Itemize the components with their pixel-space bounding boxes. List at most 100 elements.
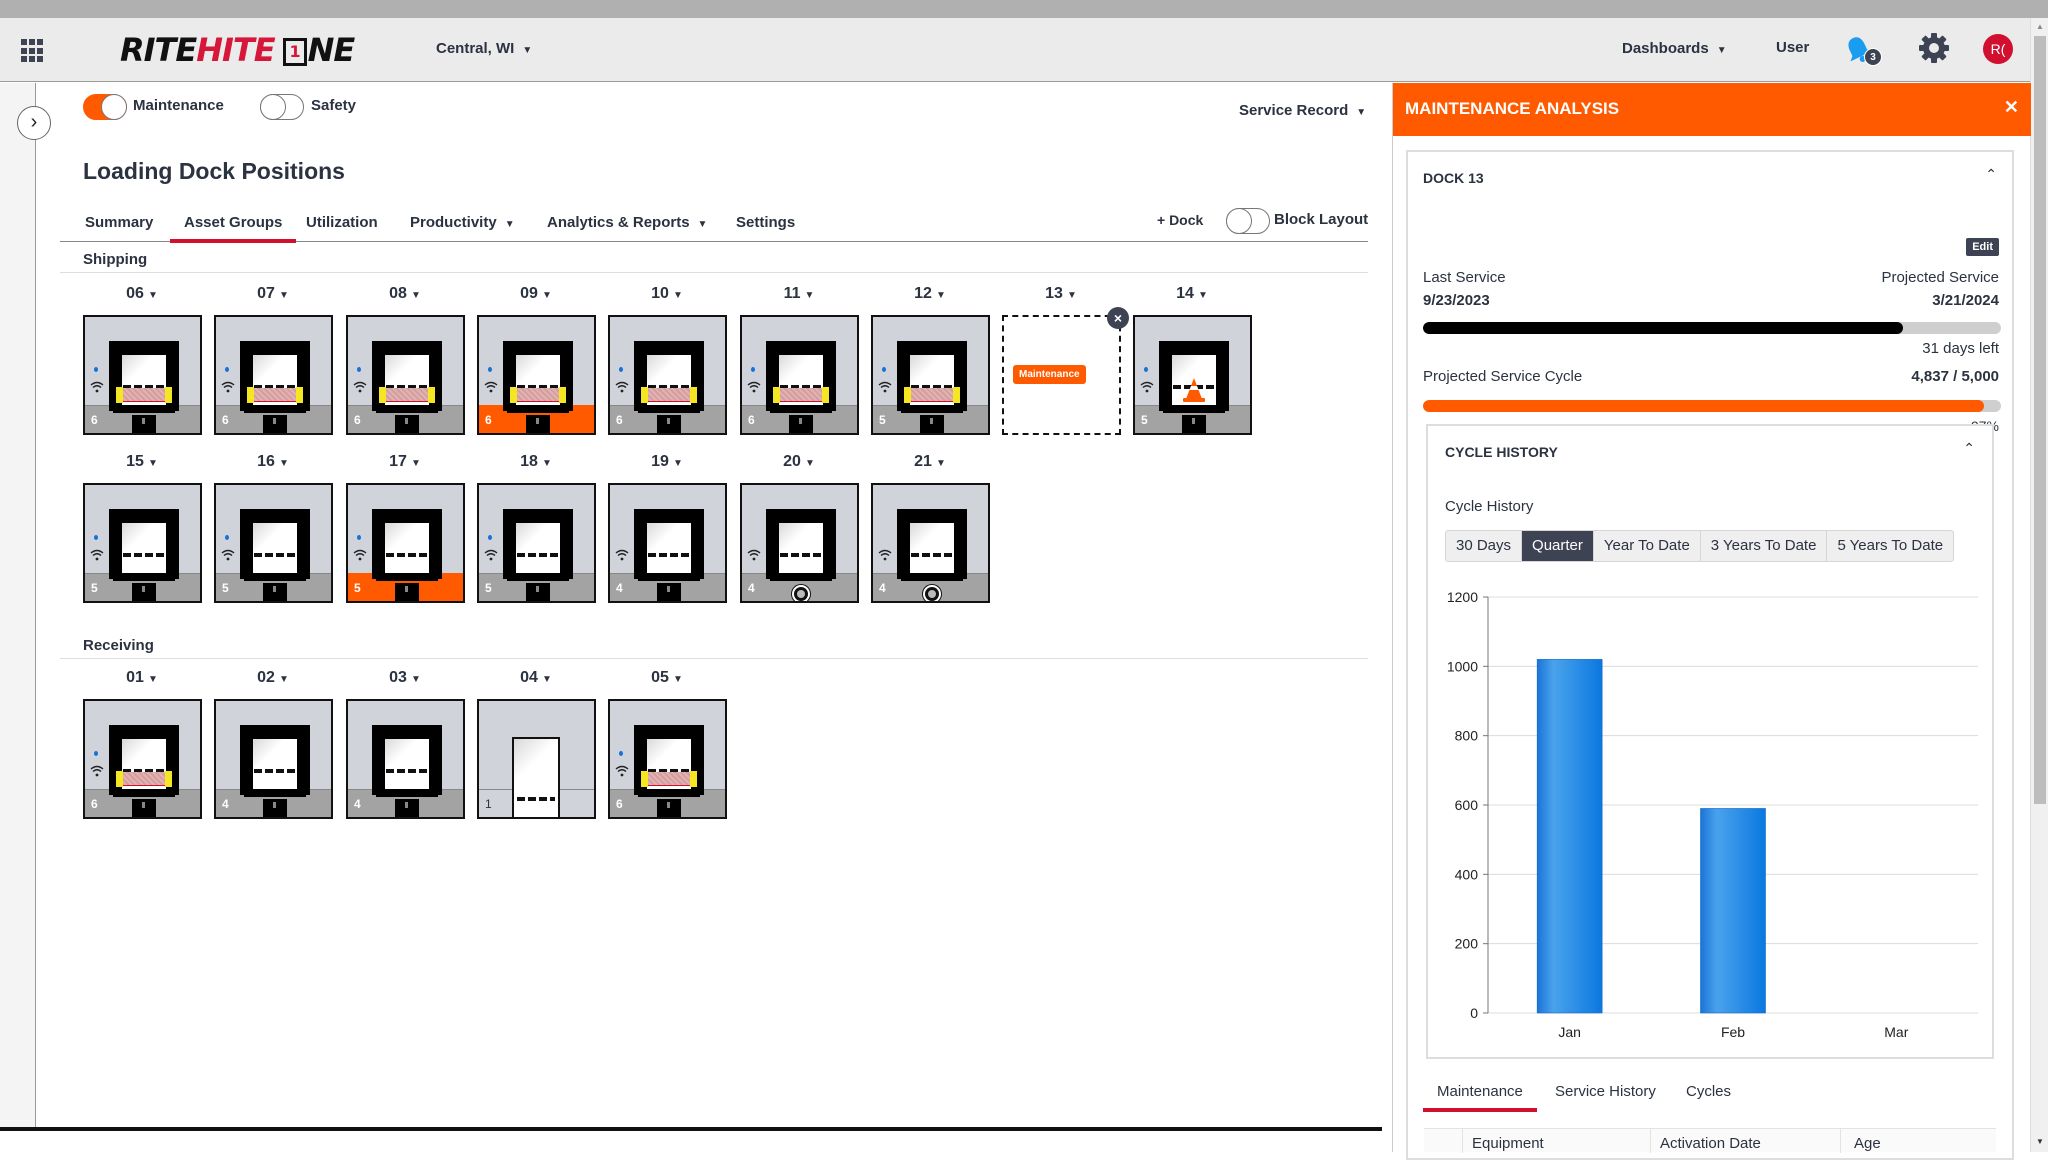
dock-label-16[interactable]: 16 ▼ [214, 453, 332, 471]
dock-label-12[interactable]: 12 ▼ [871, 285, 989, 303]
dock-seal [379, 387, 435, 403]
y-tick-label: 400 [1455, 866, 1479, 882]
caret-down-icon: ▼ [672, 674, 683, 685]
tab-settings[interactable]: Settings [736, 214, 795, 231]
dock-tile-13[interactable]: Maintenance [1002, 315, 1121, 435]
user-menu[interactable]: User [1776, 39, 1809, 56]
remove-dock-icon[interactable]: × [1107, 307, 1129, 329]
dock-tile-19[interactable]: 4 [608, 483, 727, 603]
dock-tile-14[interactable]: 5 [1133, 315, 1252, 435]
dock-tile-12[interactable]: 5 [871, 315, 990, 435]
status-dot [225, 535, 229, 540]
dock-tile-04[interactable]: 1 [477, 699, 596, 819]
tab-productivity[interactable]: Productivity ▼ [410, 214, 515, 231]
toggle-knob [101, 94, 127, 120]
collapse-chevron-icon[interactable]: ⌃ [1963, 440, 1975, 457]
dock-tile-10[interactable]: 6 [608, 315, 727, 435]
dock-label-15[interactable]: 15 ▼ [83, 453, 201, 471]
column-header-equipment[interactable]: Equipment [1472, 1135, 1544, 1152]
dock-label-21[interactable]: 21 ▼ [871, 453, 989, 471]
dock-tile-15[interactable]: 5 [83, 483, 202, 603]
dock-label-05[interactable]: 05 ▼ [608, 669, 726, 687]
location-selector[interactable]: Central, WI ▼ [436, 40, 532, 57]
dock-leveler-icon [526, 583, 550, 601]
dock-label-04[interactable]: 04 ▼ [477, 669, 595, 687]
dock-tile-21[interactable]: 4 [871, 483, 990, 603]
settings-button[interactable] [1918, 32, 1950, 64]
range-3-years-to-date[interactable]: 3 Years To Date [1701, 531, 1828, 561]
dock-tile-05[interactable]: 6 [608, 699, 727, 819]
bar-jan[interactable] [1536, 659, 1603, 1014]
range-5-years-to-date[interactable]: 5 Years To Date [1827, 531, 1953, 561]
page-scrollbar[interactable]: ▲ ▼ [2030, 18, 2048, 1152]
edit-button[interactable]: Edit [1966, 238, 1999, 256]
dock-tile-11[interactable]: 6 [740, 315, 859, 435]
dock-label-17[interactable]: 17 ▼ [346, 453, 464, 471]
dock-tile-09[interactable]: 6 [477, 315, 596, 435]
bottom-tab-cycles[interactable]: Cycles [1686, 1083, 1731, 1100]
y-tick-label: 1000 [1447, 658, 1478, 674]
scroll-down-arrow-icon[interactable]: ▼ [2036, 1137, 2044, 1146]
column-header-activation-date[interactable]: Activation Date [1660, 1135, 1761, 1152]
dock-label-03[interactable]: 03 ▼ [346, 669, 464, 687]
expand-sidebar-button[interactable]: › [17, 106, 51, 140]
dock-label-09[interactable]: 09 ▼ [477, 285, 595, 303]
dock-label-20[interactable]: 20 ▼ [740, 453, 858, 471]
safety-toggle[interactable] [260, 94, 304, 120]
range-quarter[interactable]: Quarter [1522, 531, 1594, 561]
add-dock-button[interactable]: + Dock [1157, 212, 1203, 228]
scrollbar-thumb[interactable] [2034, 36, 2046, 804]
dock-tile-07[interactable]: 6 [214, 315, 333, 435]
user-avatar[interactable]: R( [1983, 34, 2013, 64]
tab-analytics-reports[interactable]: Analytics & Reports ▼ [547, 214, 707, 231]
dock-tile-18[interactable]: 5 [477, 483, 596, 603]
ritehite-one-logo[interactable]: RITE HITE 1 NE [120, 30, 355, 70]
notifications-button[interactable]: 3 [1842, 34, 1882, 68]
dock-number: 05 [651, 669, 669, 686]
dock-count: 4 [616, 581, 623, 595]
close-panel-icon[interactable]: ✕ [2004, 97, 2019, 118]
collapse-chevron-icon[interactable]: ⌃ [1985, 166, 1997, 183]
dock-door [512, 737, 560, 817]
dock-door [253, 523, 297, 573]
bottom-tab-maintenance[interactable]: Maintenance [1423, 1083, 1537, 1112]
tab-utilization[interactable]: Utilization [306, 214, 378, 231]
dock-label-06[interactable]: 06 ▼ [83, 285, 201, 303]
dock-tile-16[interactable]: 5 [214, 483, 333, 603]
dock-label-19[interactable]: 19 ▼ [608, 453, 726, 471]
dock-label-14[interactable]: 14 ▼ [1133, 285, 1251, 303]
apps-grid-icon[interactable] [21, 39, 45, 63]
wifi-sensor-icon [90, 548, 104, 561]
range-30-days[interactable]: 30 Days [1446, 531, 1523, 561]
dock-tile-06[interactable]: 6 [83, 315, 202, 435]
wifi-sensor-icon [221, 380, 235, 393]
dock-label-10[interactable]: 10 ▼ [608, 285, 726, 303]
dock-label-08[interactable]: 08 ▼ [346, 285, 464, 303]
bar-feb[interactable] [1700, 808, 1766, 1014]
dock-tile-08[interactable]: 6 [346, 315, 465, 435]
range-year-to-date[interactable]: Year To Date [1594, 531, 1701, 561]
status-dot [94, 751, 98, 756]
dock-tile-20[interactable]: 4 [740, 483, 859, 603]
dock-tile-02[interactable]: 4 [214, 699, 333, 819]
tab-summary[interactable]: Summary [85, 214, 153, 231]
dock-number: 03 [389, 669, 407, 686]
dock-label-07[interactable]: 07 ▼ [214, 285, 332, 303]
logo-part-rite: RITE [120, 31, 197, 69]
dock-label-11[interactable]: 11 ▼ [740, 285, 858, 303]
dock-tile-17[interactable]: 5 [346, 483, 465, 603]
dock-tile-01[interactable]: 6 [83, 699, 202, 819]
column-header-age[interactable]: Age [1854, 1135, 1881, 1152]
dashboards-menu[interactable]: Dashboards ▼ [1622, 40, 1727, 57]
service-record-dropdown[interactable]: Service Record ▼ [1239, 102, 1366, 119]
maintenance-toggle[interactable] [83, 94, 127, 120]
bottom-tab-service-history[interactable]: Service History [1555, 1083, 1656, 1100]
scroll-up-arrow-icon[interactable]: ▲ [2036, 22, 2044, 31]
dock-tile-03[interactable]: 4 [346, 699, 465, 819]
dock-label-01[interactable]: 01 ▼ [83, 669, 201, 687]
dock-label-18[interactable]: 18 ▼ [477, 453, 595, 471]
tab-asset-groups[interactable]: Asset Groups [169, 214, 297, 243]
block-layout-toggle[interactable] [1226, 208, 1270, 234]
dock-label-13[interactable]: 13 ▼ [1002, 285, 1120, 303]
dock-label-02[interactable]: 02 ▼ [214, 669, 332, 687]
